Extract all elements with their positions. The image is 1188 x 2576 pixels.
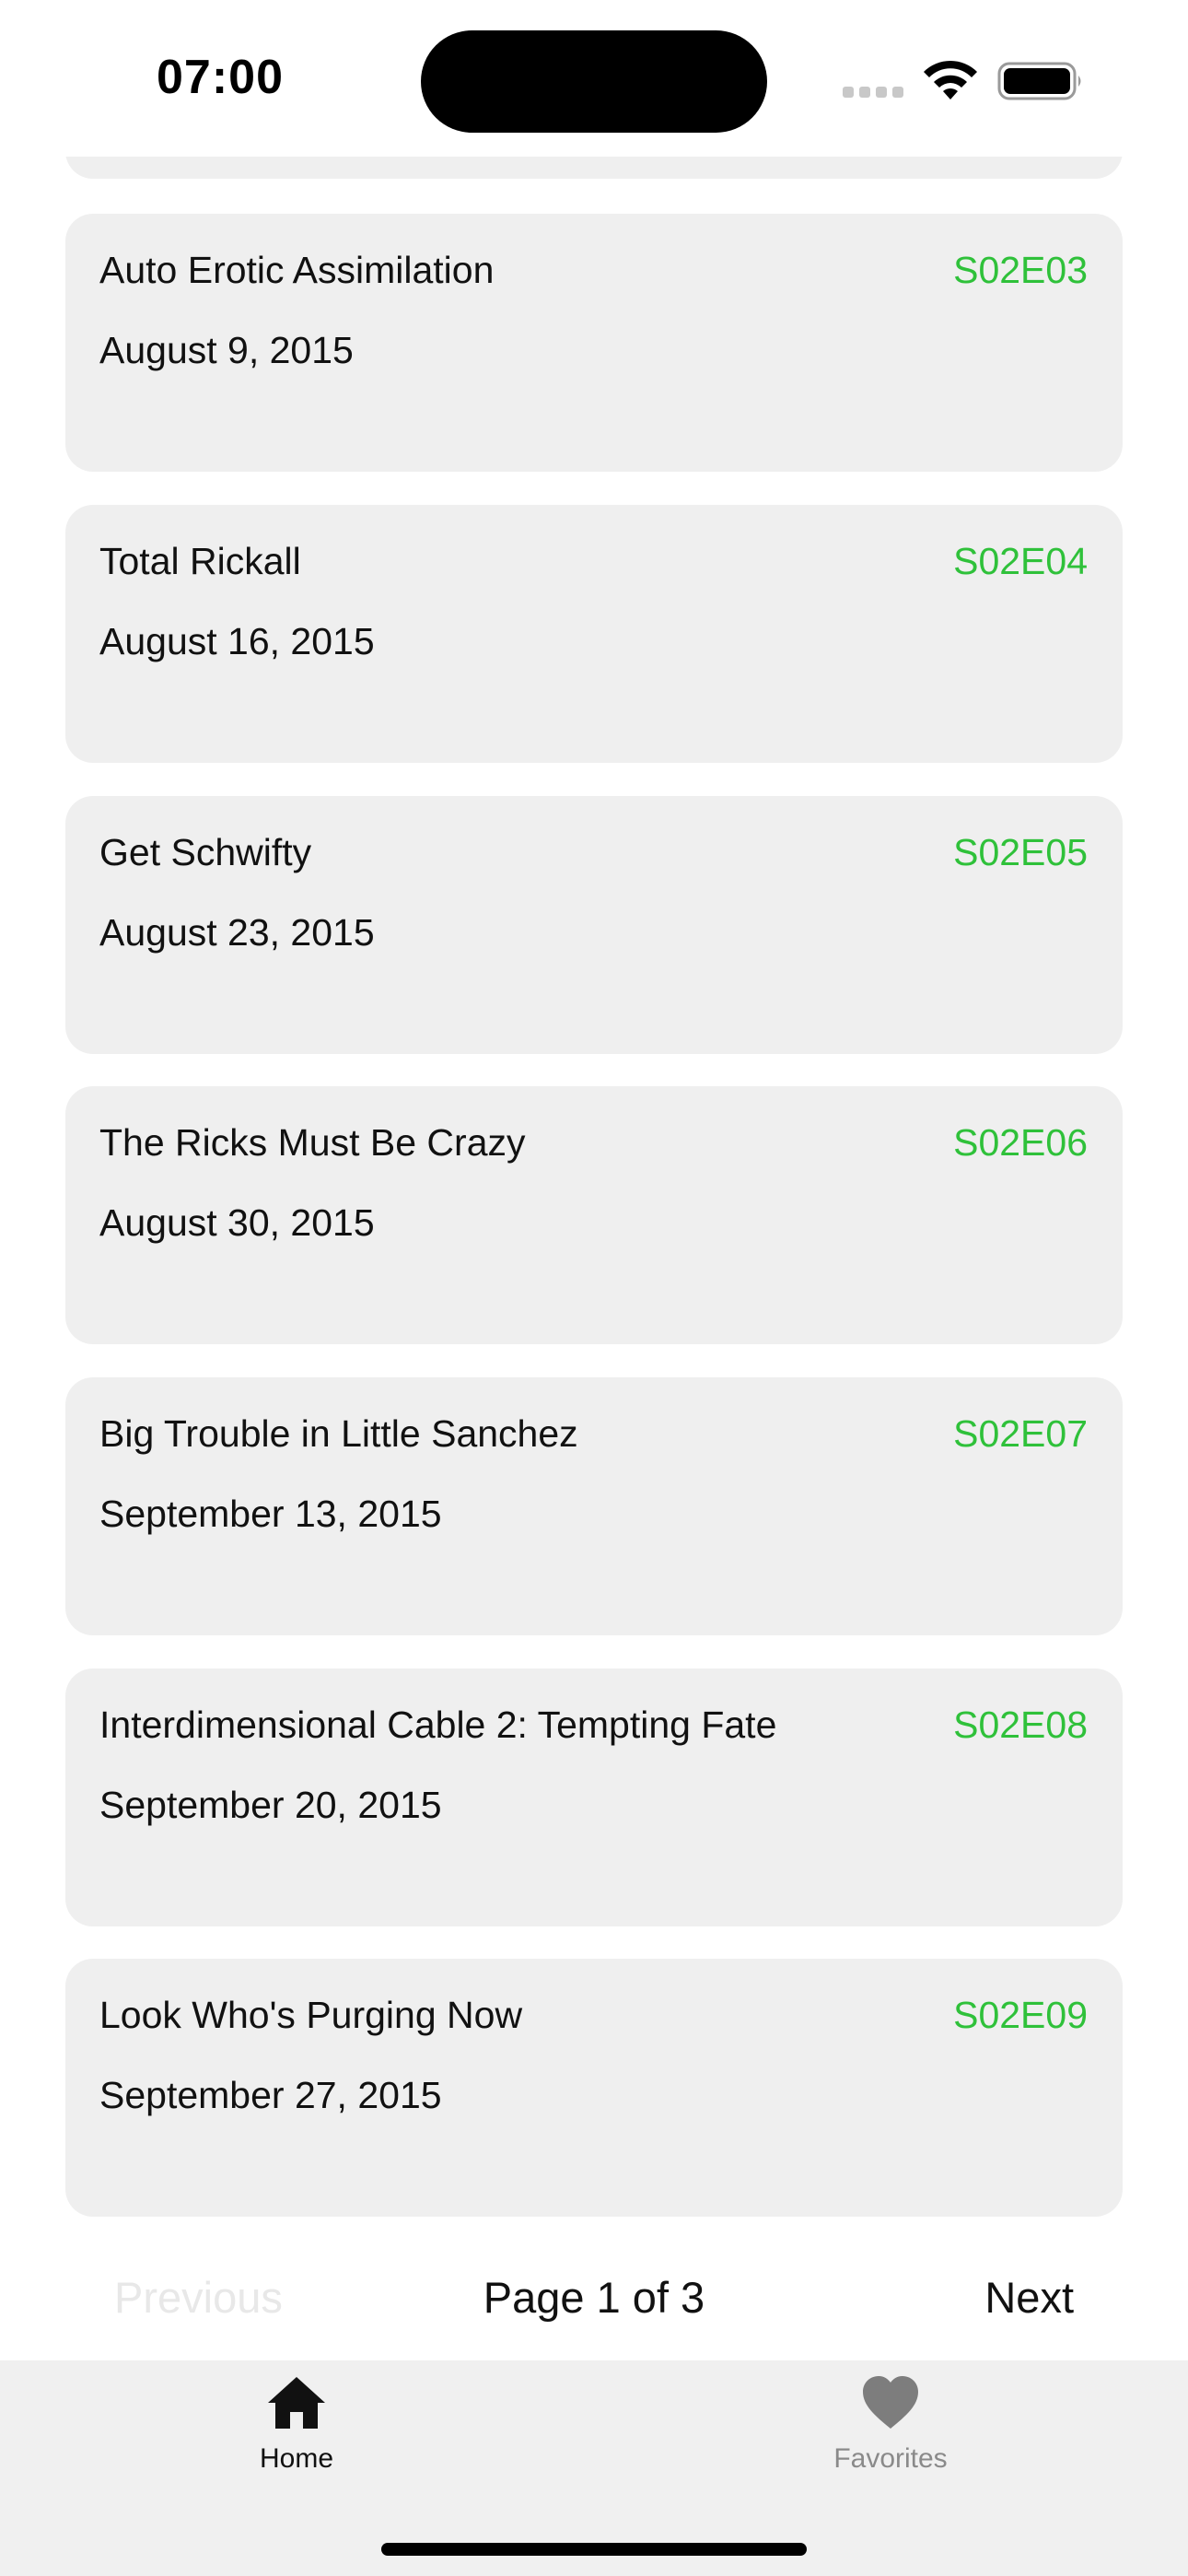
wifi-icon: [924, 60, 977, 100]
episode-title: Auto Erotic Assimilation: [99, 249, 495, 291]
home-indicator: [381, 2543, 807, 2556]
tab-bar: Home Favorites: [0, 2360, 1188, 2576]
status-bar: 07:00: [0, 0, 1188, 157]
episode-title: Big Trouble in Little Sanchez: [99, 1412, 578, 1455]
tab-favorites-label: Favorites: [833, 2443, 948, 2474]
episode-title: The Ricks Must Be Crazy: [99, 1121, 526, 1164]
episode-code: S02E05: [953, 831, 1088, 873]
next-page-button[interactable]: Next: [984, 2272, 1074, 2323]
episode-card[interactable]: Look Who's Purging Now S02E09 September …: [65, 1959, 1123, 2217]
episode-title: Get Schwifty: [99, 831, 312, 873]
episode-card[interactable]: Auto Erotic Assimilation S02E03 August 9…: [65, 214, 1123, 472]
episode-card[interactable]: Big Trouble in Little Sanchez S02E07 Sep…: [65, 1377, 1123, 1635]
episode-code: S02E08: [953, 1704, 1088, 1746]
battery-icon: [997, 62, 1081, 100]
episode-code: S02E06: [953, 1121, 1088, 1164]
episode-air-date: September 27, 2015: [99, 2074, 442, 2116]
status-time: 07:00: [157, 51, 284, 104]
tab-favorites[interactable]: Favorites: [752, 2373, 1029, 2512]
episode-air-date: September 20, 2015: [99, 1784, 442, 1826]
heart-icon: [863, 2376, 918, 2429]
episode-code: S02E03: [953, 249, 1088, 291]
episode-code: S02E04: [953, 540, 1088, 582]
tab-home-label: Home: [259, 2443, 334, 2474]
dynamic-island: [421, 30, 767, 133]
episode-air-date: September 13, 2015: [99, 1493, 442, 1535]
house-icon: [268, 2377, 325, 2429]
episode-title: Interdimensional Cable 2: Tempting Fate: [99, 1704, 777, 1746]
episode-code: S02E07: [953, 1412, 1088, 1455]
episode-air-date: August 23, 2015: [99, 911, 375, 954]
episode-code: S02E09: [953, 1994, 1088, 2036]
tab-home[interactable]: Home: [158, 2373, 435, 2512]
pagination: Previous Page 1 of 3 Next: [0, 2272, 1188, 2336]
episode-title: Total Rickall: [99, 540, 301, 582]
episode-card[interactable]: The Ricks Must Be Crazy S02E06 August 30…: [65, 1086, 1123, 1344]
episode-card[interactable]: Total Rickall S02E04 August 16, 2015: [65, 505, 1123, 763]
previous-page-button[interactable]: Previous: [114, 2272, 283, 2323]
episode-air-date: August 16, 2015: [99, 620, 375, 662]
episode-card[interactable]: Interdimensional Cable 2: Tempting Fate …: [65, 1669, 1123, 1926]
episode-air-date: August 30, 2015: [99, 1201, 375, 1244]
episode-title: Look Who's Purging Now: [99, 1994, 523, 2036]
episode-air-date: August 9, 2015: [99, 329, 354, 371]
episode-card[interactable]: Get Schwifty S02E05 August 23, 2015: [65, 796, 1123, 1054]
cellular-signal-icon: [843, 87, 905, 98]
episode-list[interactable]: Auto Erotic Assimilation S02E03 August 9…: [0, 0, 1188, 2359]
